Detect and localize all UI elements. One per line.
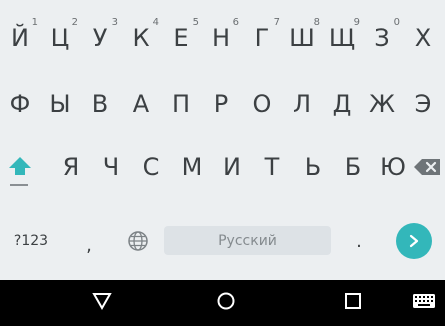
soft-keyboard: Й 1 Ц 2 У 3 К 4 Е 5 Н 6 Г 7 Ш 8 Щ 9 З 0 … — [0, 0, 445, 280]
key-label: Т — [264, 153, 280, 181]
key-label: И — [223, 153, 241, 181]
language-switch-key[interactable] — [123, 221, 153, 261]
enter-arrow-icon — [407, 234, 421, 248]
key-label: Ш — [289, 24, 315, 52]
key-row3-2[interactable]: Ч — [91, 145, 131, 189]
period-key-label: . — [356, 231, 362, 252]
key-row2-4[interactable]: А — [121, 82, 161, 126]
keyboard-icon — [412, 293, 436, 313]
key-label: Ч — [102, 153, 120, 181]
key-row1-6[interactable]: Н 6 — [201, 16, 241, 60]
backspace-key[interactable] — [410, 145, 445, 189]
key-hint: 9 — [353, 17, 360, 28]
key-row1-10[interactable]: З 0 — [362, 16, 402, 60]
key-label: М — [181, 153, 203, 181]
comma-key-label: , — [86, 235, 92, 256]
keyboard-switch-button[interactable] — [407, 280, 441, 326]
key-row1-9[interactable]: Щ 9 — [322, 16, 362, 60]
key-label: П — [171, 90, 191, 118]
key-row3-4[interactable]: М — [172, 145, 212, 189]
key-row1-5[interactable]: Е 5 — [161, 16, 201, 60]
key-label: Р — [213, 90, 229, 118]
key-row1-4[interactable]: К 4 — [121, 16, 161, 60]
key-label: Ю — [380, 153, 406, 181]
key-label: Е — [173, 24, 189, 52]
key-label: Ь — [304, 153, 322, 181]
navigation-bar — [0, 280, 445, 326]
home-circle-icon — [216, 291, 236, 315]
key-row3-5[interactable]: И — [212, 145, 252, 189]
key-row2-8[interactable]: Л — [282, 82, 322, 126]
key-label: Л — [292, 90, 312, 118]
key-label: Щ — [328, 24, 356, 52]
key-row2-3[interactable]: В — [80, 82, 120, 126]
key-row3-1[interactable]: Я — [51, 145, 91, 189]
back-button[interactable] — [87, 280, 117, 326]
key-row2-5[interactable]: П — [161, 82, 201, 126]
key-row1-2[interactable]: Ц 2 — [40, 16, 80, 60]
key-label: Я — [62, 153, 80, 181]
key-hint: 4 — [152, 17, 159, 28]
key-hint: 8 — [313, 17, 320, 28]
back-triangle-icon — [92, 292, 112, 314]
key-label: З — [374, 24, 390, 52]
key-row2-7[interactable]: О — [242, 82, 282, 126]
key-label: Н — [211, 24, 231, 52]
key-row2-2[interactable]: Ы — [40, 82, 80, 126]
key-label: Ф — [9, 90, 31, 118]
key-row3-9[interactable]: Ю — [373, 145, 413, 189]
key-label: Й — [11, 24, 29, 52]
key-row2-10[interactable]: Ж — [362, 82, 402, 126]
period-key[interactable]: . — [349, 222, 369, 262]
key-row3-3[interactable]: С — [131, 145, 171, 189]
home-button[interactable] — [211, 280, 241, 326]
key-hint: 7 — [273, 17, 280, 28]
recents-square-icon — [344, 292, 362, 314]
key-label: С — [142, 153, 160, 181]
key-label: В — [91, 90, 109, 118]
key-row1-11[interactable]: Х — [403, 16, 443, 60]
key-row1-3[interactable]: У 3 — [80, 16, 120, 60]
key-hint: 6 — [232, 17, 239, 28]
key-row3-7[interactable]: Ь — [293, 145, 333, 189]
symbols-key[interactable]: ?123 — [10, 221, 52, 261]
backspace-icon — [413, 157, 443, 177]
key-hint: 3 — [111, 17, 118, 28]
enter-key[interactable] — [396, 223, 432, 259]
space-key[interactable]: Русский — [164, 226, 331, 255]
key-row2-11[interactable]: Э — [403, 82, 443, 126]
space-key-label: Русский — [218, 232, 277, 249]
key-hint: 2 — [71, 17, 78, 28]
shift-key[interactable] — [0, 145, 40, 189]
recents-button[interactable] — [338, 280, 368, 326]
key-row1-7[interactable]: Г 7 — [242, 16, 282, 60]
key-label: Г — [254, 24, 270, 52]
globe-icon — [127, 230, 149, 252]
key-hint: 5 — [192, 17, 199, 28]
key-label: У — [92, 24, 108, 52]
key-label: Х — [414, 24, 432, 52]
key-label: Б — [344, 153, 362, 181]
key-hint: 1 — [31, 17, 38, 28]
key-hint: 0 — [393, 17, 400, 28]
key-row1-1[interactable]: Й 1 — [0, 16, 40, 60]
key-row2-6[interactable]: Р — [201, 82, 241, 126]
key-label: К — [132, 24, 150, 52]
key-label: Э — [414, 90, 432, 118]
key-row3-6[interactable]: Т — [252, 145, 292, 189]
shift-underline — [10, 184, 28, 186]
key-row3-8[interactable]: Б — [333, 145, 373, 189]
shift-arrow-icon — [7, 155, 33, 179]
key-label: А — [132, 90, 150, 118]
key-row1-8[interactable]: Ш 8 — [282, 16, 322, 60]
key-row2-1[interactable]: Ф — [0, 82, 40, 126]
key-label: Д — [332, 90, 352, 118]
key-label: О — [252, 90, 272, 118]
comma-key[interactable]: , — [79, 226, 99, 266]
key-label: Ы — [49, 90, 71, 118]
key-label: Ж — [369, 90, 395, 118]
key-row2-9[interactable]: Д — [322, 82, 362, 126]
key-label: Ц — [50, 24, 70, 52]
symbols-key-label: ?123 — [13, 233, 49, 249]
